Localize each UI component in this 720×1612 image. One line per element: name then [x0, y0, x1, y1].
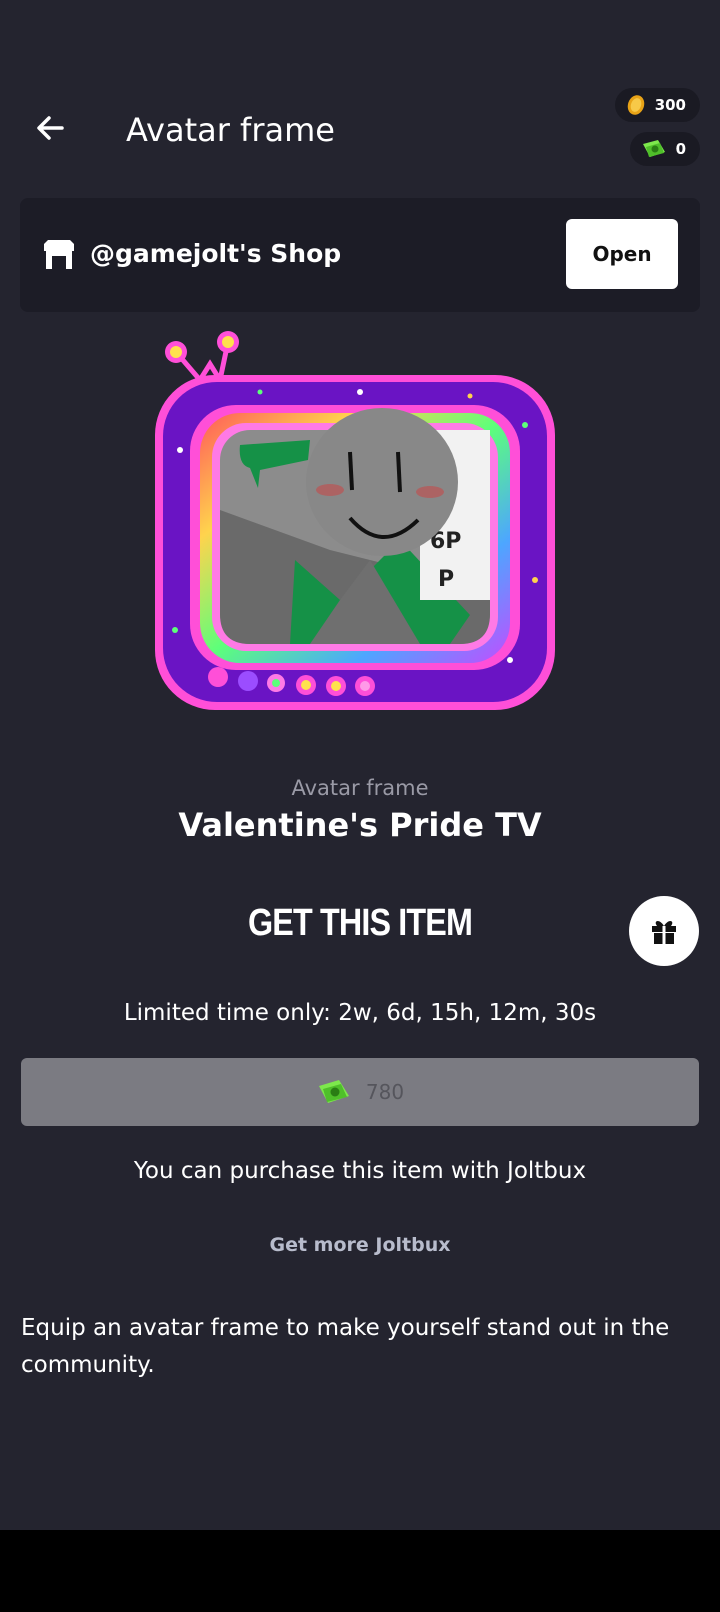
item-name: Valentine's Pride TV [178, 806, 542, 844]
shop-icon [44, 240, 74, 269]
shop-name: @gamejolt's Shop [90, 239, 342, 268]
buy-with-joltbux-button[interactable]: 780 [21, 1058, 699, 1126]
page-title: Avatar frame [126, 111, 335, 149]
arrow-left-icon [37, 116, 64, 140]
shop-card: @gamejolt's Shop Open [20, 198, 700, 312]
limited-time-countdown: Limited time only: 2w, 6d, 15h, 12m, 30s [123, 1000, 597, 1026]
joltbux-icon [642, 140, 665, 157]
item-description: Equip an avatar frame to make yourself s… [21, 1315, 670, 1378]
purchase-note: You can purchase this item with Joltbux [133, 1158, 587, 1184]
system-navigation-bar [0, 1530, 720, 1612]
coins-balance[interactable]: 300 [614, 88, 700, 122]
item-type-label: Avatar frame [291, 776, 429, 800]
get-item-heading: GET THIS ITEM [247, 902, 473, 944]
open-shop-button[interactable]: Open [566, 219, 678, 289]
joltbux-count: 0 [675, 140, 686, 158]
gift-icon [652, 921, 676, 944]
get-more-joltbux-link[interactable]: Get more Joltbux [0, 1234, 720, 1256]
coins-count: 300 [654, 96, 686, 114]
price-label: 780 [365, 1080, 405, 1104]
gift-button[interactable] [629, 896, 699, 966]
joltbux-icon [318, 1080, 349, 1103]
back-button[interactable] [30, 108, 70, 148]
svg-text:P: P [438, 567, 454, 592]
avatar-frame-preview: P P 6P P [155, 331, 555, 710]
coin-icon [627, 95, 644, 115]
joltbux-balance[interactable]: 0 [629, 132, 700, 166]
